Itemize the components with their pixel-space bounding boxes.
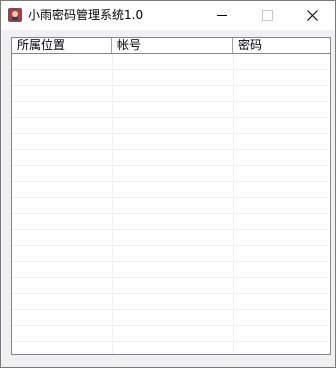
column-header-account[interactable]: 帐号 <box>112 38 233 53</box>
minimize-icon <box>217 15 227 16</box>
maximize-icon <box>262 10 273 21</box>
column-header-location[interactable]: 所属位置 <box>12 38 112 53</box>
grid-line <box>12 165 330 166</box>
list-header: 所属位置 帐号 密码 <box>12 38 330 54</box>
window-bottom-edge <box>1 356 335 367</box>
grid-line <box>12 101 330 102</box>
minimize-button[interactable] <box>200 1 245 30</box>
grid-line <box>12 85 330 86</box>
window-title: 小雨密码管理系统1.0 <box>28 8 144 22</box>
grid-line <box>12 245 330 246</box>
grid-line <box>12 197 330 198</box>
grid-line <box>12 341 330 342</box>
grid-line <box>12 277 330 278</box>
app-icon[interactable] <box>7 7 23 23</box>
grid-line <box>12 69 330 70</box>
grid-line <box>12 309 330 310</box>
close-button[interactable] <box>290 1 335 30</box>
grid-line <box>12 325 330 326</box>
grid-line <box>12 133 330 134</box>
grid-line <box>12 293 330 294</box>
maximize-button <box>245 1 290 30</box>
grid-line <box>12 117 330 118</box>
column-header-password[interactable]: 密码 <box>233 38 330 53</box>
list-body[interactable] <box>12 54 330 354</box>
grid-line <box>12 149 330 150</box>
app-window: 小雨密码管理系统1.0 所属位置 帐号 密码 <box>0 0 336 368</box>
title-bar[interactable]: 小雨密码管理系统1.0 <box>1 1 335 30</box>
grid-line <box>12 213 330 214</box>
grid-line <box>12 261 330 262</box>
grid-line <box>12 181 330 182</box>
password-list[interactable]: 所属位置 帐号 密码 <box>11 37 331 355</box>
close-icon <box>307 10 318 21</box>
grid-line <box>12 229 330 230</box>
